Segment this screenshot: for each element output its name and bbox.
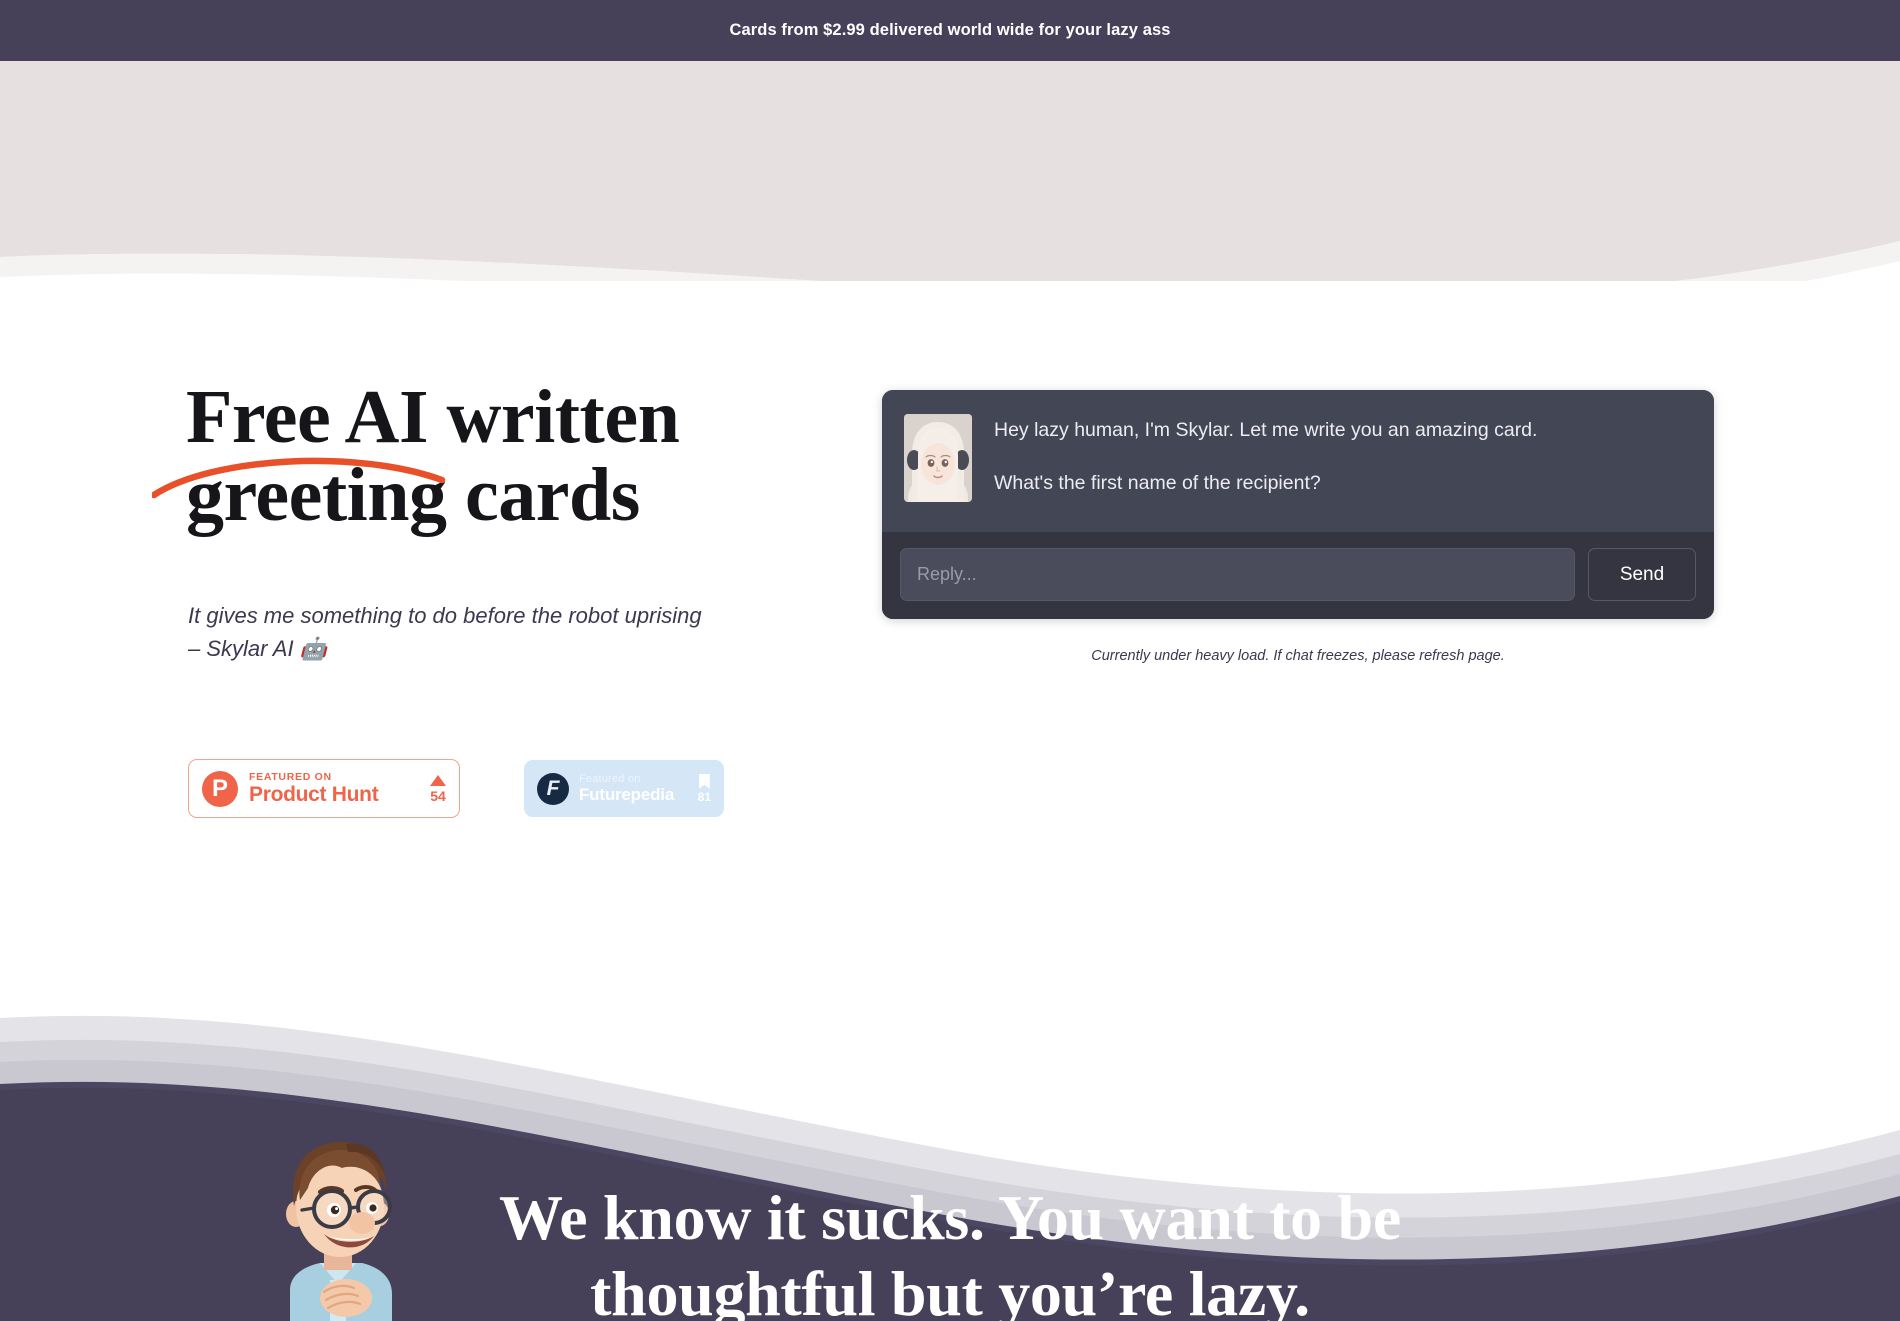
- nav-badge-price: Only $2.99: [844, 120, 935, 146]
- chevron-down-icon[interactable]: [955, 125, 972, 142]
- at-icon: [1010, 113, 1052, 155]
- hero-subhead: It gives me something to do before the r…: [188, 603, 702, 661]
- product-hunt-badge[interactable]: P FEATURED ON Product Hunt 54: [188, 759, 460, 818]
- bottom-headline-line2: thoughtful but you’re lazy.: [590, 1257, 1310, 1321]
- nav-item-posted-greeting-cards[interactable]: Posted Greeting Cards Only $2.99: [573, 113, 972, 153]
- announcement-bar: Cards from $2.99 delivered world wide fo…: [0, 0, 1900, 61]
- chat-reply-input[interactable]: [900, 548, 1575, 601]
- product-hunt-count: 54: [430, 787, 446, 804]
- chat-message-area: Hey lazy human, I'm Skylar. Let me write…: [882, 390, 1714, 532]
- chat-send-button[interactable]: Send: [1588, 548, 1696, 601]
- futurepedia-logo-icon: F: [537, 772, 569, 805]
- nerd-character-illustration: [258, 1122, 418, 1321]
- cart-button[interactable]: CART 0: [1578, 117, 1725, 155]
- cart-count-badge: 0: [1686, 117, 1725, 155]
- chat-message: Hey lazy human, I'm Skylar. Let me write…: [994, 419, 1538, 441]
- product-hunt-kicker: FEATURED ON: [249, 770, 332, 783]
- bookmark-icon: [698, 774, 710, 789]
- skylar-chat-widget: Hey lazy human, I'm Skylar. Let me write…: [882, 390, 1714, 619]
- announcement-text: Cards from $2.99 delivered world wide fo…: [729, 21, 1171, 39]
- award-badges-row: P FEATURED ON Product Hunt 54 F Featured…: [188, 759, 724, 818]
- page-root: Cards from $2.99 delivered world wide fo…: [0, 0, 1900, 1321]
- futurepedia-saves: 81: [698, 774, 711, 803]
- futurepedia-badge[interactable]: F Featured on Futurepedia 81: [524, 760, 724, 817]
- futurepedia-name: Futurepedia: [579, 785, 675, 804]
- chat-message: What's the first name of the recipient?: [994, 472, 1321, 495]
- hero-headline: Free AI written greeting cards: [186, 378, 806, 535]
- product-hunt-upvotes: 54: [430, 774, 446, 804]
- nav-badge-free: Free you cheapskate!: [1200, 121, 1367, 147]
- hero-headline-line1: Free AI written: [186, 375, 680, 459]
- product-hunt-logo-icon: P: [202, 770, 238, 807]
- futurepedia-count: 81: [697, 790, 711, 804]
- product-hunt-name: Product Hunt: [249, 783, 379, 807]
- product-hunt-text: FEATURED ON Product Hunt: [249, 772, 419, 806]
- nav-item-email-ecards[interactable]: Email eCards Free you cheapskate!: [1010, 113, 1367, 155]
- futurepedia-kicker: Featured on: [579, 773, 641, 785]
- chat-load-notice: Currently under heavy load. If chat free…: [1091, 648, 1505, 664]
- cart-label: CART: [1616, 124, 1675, 147]
- envelope-icon: [573, 113, 613, 153]
- skylar-avatar: [904, 414, 972, 502]
- bottom-headline-line1: We know it sucks. You want to be: [499, 1182, 1401, 1253]
- chat-input-bar: Send: [882, 532, 1714, 619]
- nav-label-email: Email eCards: [1066, 122, 1187, 145]
- futurepedia-text: Featured on Futurepedia: [579, 773, 688, 804]
- chat-messages: Hey lazy human, I'm Skylar. Let me write…: [994, 414, 1537, 502]
- nav-label-posted: Posted Greeting Cards: [627, 121, 831, 144]
- user-icon: [1578, 123, 1604, 149]
- hero-headline-line2: greeting cards: [186, 453, 640, 538]
- upvote-triangle-icon: [430, 774, 446, 786]
